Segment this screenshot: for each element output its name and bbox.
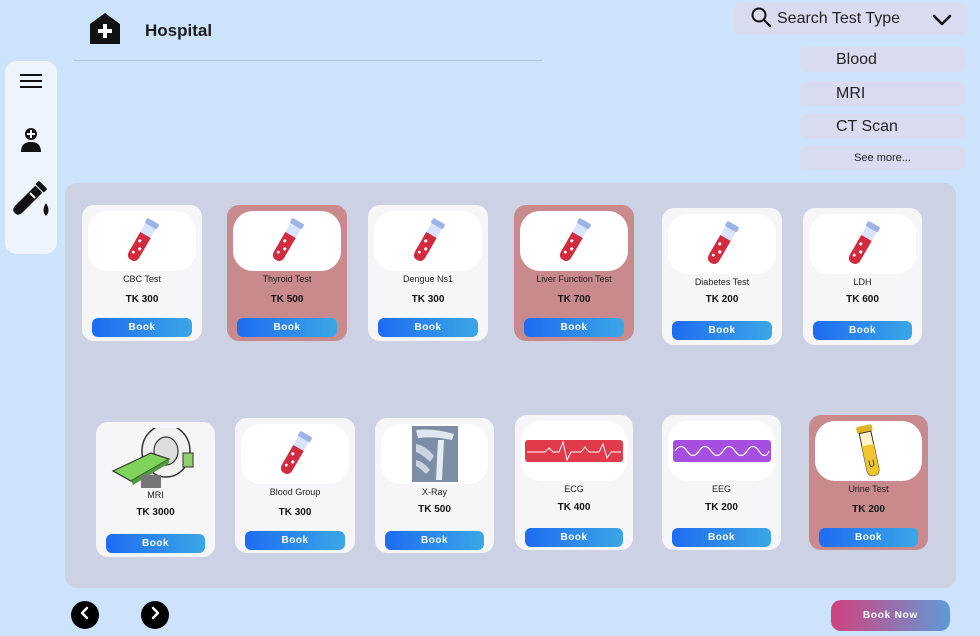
book-button[interactable]: Book [245,531,345,550]
book-button[interactable]: Book [385,531,484,550]
doctor-icon[interactable] [5,127,57,153]
test-price: TK 500 [418,504,451,515]
option-blood[interactable]: Blood [800,47,965,72]
book-button[interactable]: Book [106,534,205,553]
test-tube-icon [809,214,916,274]
book-button[interactable]: Book [237,318,337,337]
test-price: TK 3000 [136,507,175,518]
eeg-wave-icon [668,421,775,481]
test-name: X-Ray [421,487,447,497]
test-price: TK 400 [557,502,591,513]
book-now-button[interactable]: Book Now [831,600,950,631]
chevron-down-icon[interactable] [932,13,952,31]
test-price: TK 200 [705,294,739,305]
test-name: Blood Group [269,487,321,497]
test-tube-icon [520,211,628,271]
page-title: Hospital [145,21,213,40]
test-price: TK 300 [278,507,312,518]
test-card-ecg: ECG TK 400 Book [515,415,633,550]
test-price: TK 200 [705,502,738,513]
menu-icon[interactable] [5,73,57,89]
test-price: TK 600 [846,294,879,305]
test-card-liver-function: Liver Function Test TK 700 Book [514,205,634,341]
test-card-urine: U Urine Test TK 200 Book [809,415,928,550]
next-button[interactable] [141,601,169,629]
urine-sample-icon: U [815,421,922,481]
test-card-ldh: LDH TK 600 Book [803,208,922,345]
test-price: TK 200 [852,504,885,515]
xray-image-icon [381,424,488,484]
ecg-wave-icon [521,421,627,481]
test-card-cbc: CBC Test TK 300 Book [82,205,202,341]
book-button[interactable]: Book [672,528,771,547]
test-tube-icon [233,211,341,271]
test-name: Urine Test [848,484,889,494]
test-price: TK 300 [411,294,445,305]
test-card-diabetes: Diabetes Test TK 200 Book [662,208,782,345]
see-more-link[interactable]: See more... [800,146,965,170]
hospital-icon [89,12,121,45]
test-card-mri: MRI TK 3000 Book [96,422,215,557]
test-price: TK 700 [557,294,591,305]
test-card-thyroid: Thyroid Test TK 500 Book [227,205,347,341]
test-card-eeg: EEG TK 200 Book [662,415,781,550]
mri-machine-icon [102,428,209,488]
sidebar [5,61,57,254]
search-label: Search Test Type [777,10,901,27]
book-button[interactable]: Book [813,321,912,340]
test-price: TK 300 [125,294,159,305]
test-tube-icon [668,214,776,274]
test-tube-icon [374,211,482,271]
test-name: MRI [147,490,164,500]
test-tube-icon [88,211,196,271]
test-card-dengue: Dengue Ns1 TK 300 Book [368,205,488,341]
book-button[interactable]: Book [819,528,918,547]
book-button[interactable]: Book [672,321,772,340]
test-name: LDH [853,277,872,287]
book-button[interactable]: Book [524,318,624,337]
option-mri[interactable]: MRI [800,81,965,106]
test-card-blood-group: Blood Group TK 300 Book [235,418,355,553]
test-card-xray: X-Ray TK 500 Book [375,418,494,553]
chevron-right-icon [149,606,161,625]
test-name: Dengue Ns1 [402,274,454,284]
book-button[interactable]: Book [525,528,623,547]
chevron-left-icon [79,606,91,625]
test-name: ECG [564,484,584,494]
test-name: Diabetes Test [694,277,750,287]
search-icon [751,7,772,32]
book-button[interactable]: Book [378,318,478,337]
previous-button[interactable] [71,601,99,629]
test-tube-icon [241,424,349,484]
test-price: TK 500 [270,294,304,305]
book-button[interactable]: Book [92,318,192,337]
header-divider [74,60,542,61]
test-name: CBC Test [123,274,161,284]
option-ct-scan[interactable]: CT Scan [800,114,965,139]
test-name: Thyroid Test [262,274,312,284]
search-test-type-dropdown[interactable]: Search Test Type [733,3,968,35]
lab-test-icon[interactable] [5,179,57,221]
test-name: EEG [711,484,731,494]
test-name: Liver Function Test [536,274,612,284]
